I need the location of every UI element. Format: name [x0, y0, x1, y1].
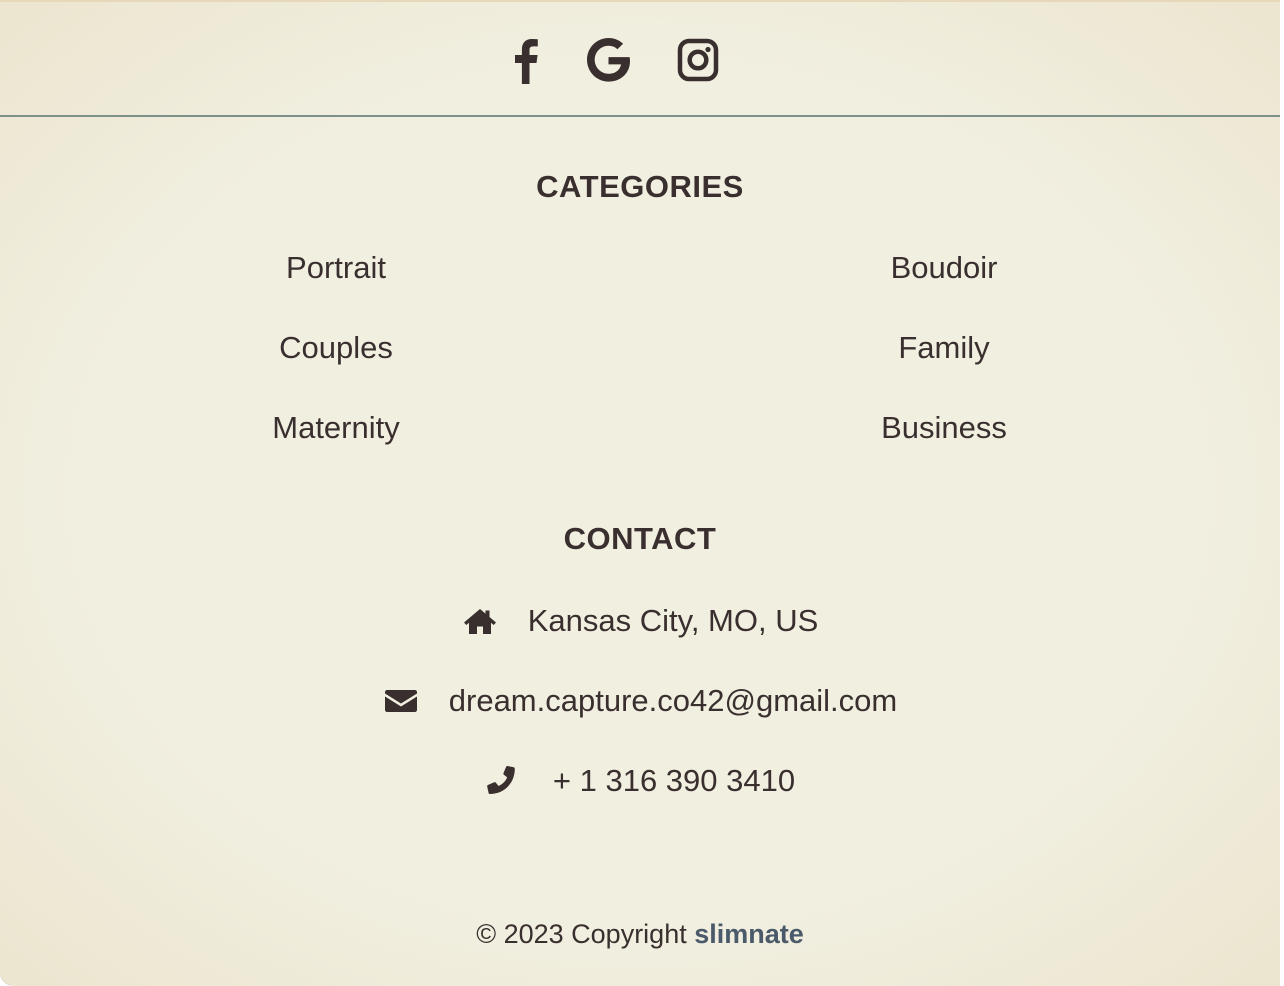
contact-address: Kansas City, MO, US: [0, 599, 1280, 643]
social-links: [0, 32, 1280, 88]
address-text: Kansas City, MO, US: [527, 603, 819, 638]
category-link-family[interactable]: Family: [794, 328, 1094, 368]
instagram-icon[interactable]: [672, 32, 724, 88]
facebook-icon[interactable]: [500, 32, 552, 88]
phone-link[interactable]: + 1 316 390 3410: [553, 763, 795, 799]
categories-heading: CATEGORIES: [536, 169, 744, 204]
category-link-boudoir[interactable]: Boudoir: [794, 248, 1094, 288]
contact-heading: CONTACT: [563, 521, 717, 556]
google-icon[interactable]: [582, 32, 634, 88]
category-link-maternity[interactable]: Maternity: [186, 408, 486, 448]
category-link-portrait[interactable]: Portrait: [186, 248, 486, 288]
category-link-couples[interactable]: Couples: [186, 328, 486, 368]
category-link-business[interactable]: Business: [794, 408, 1094, 448]
footer-divider: [0, 115, 1280, 117]
site-footer: CATEGORIES Portrait Couples Maternity Bo…: [0, 0, 1280, 986]
brand-link[interactable]: slimnate: [694, 919, 804, 949]
contact-email: dream.capture.co42@gmail.com: [0, 679, 1280, 723]
phone-icon: [485, 763, 521, 799]
envelope-icon: [383, 683, 419, 719]
contact-phone: + 1 316 390 3410: [0, 759, 1280, 803]
email-link[interactable]: dream.capture.co42@gmail.com: [449, 683, 897, 719]
home-icon: [462, 603, 498, 639]
copyright-text: © 2023 Copyright: [476, 919, 687, 949]
copyright: © 2023 Copyright slimnate: [0, 919, 1280, 950]
